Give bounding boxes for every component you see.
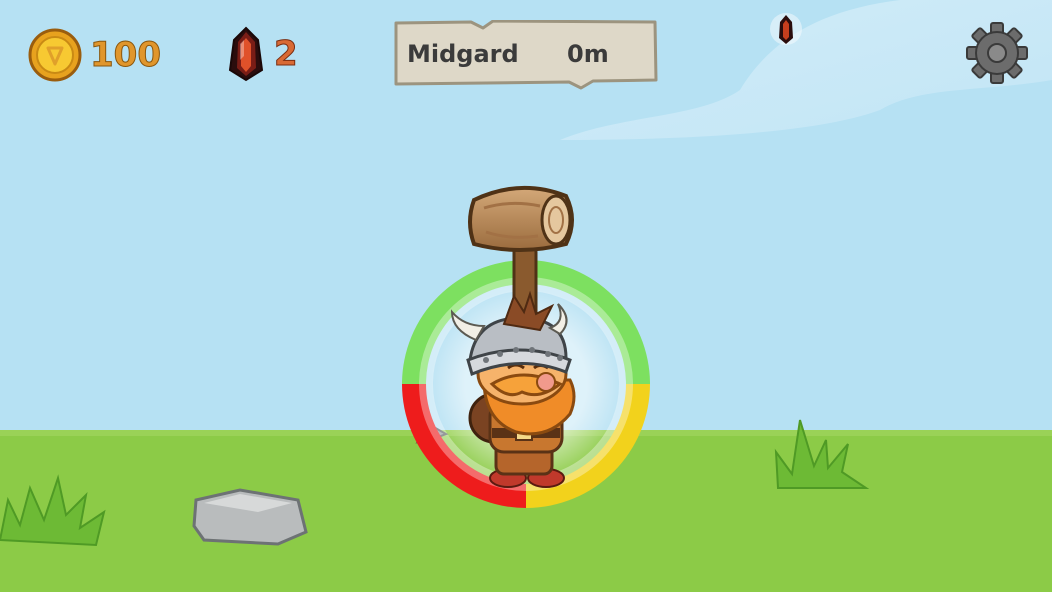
rock — [192, 488, 308, 546]
gem-pickup-indicator — [768, 10, 804, 48]
coin-counter: 100 — [28, 28, 161, 82]
settings-button[interactable] — [966, 22, 1028, 84]
crystal-gem-small-icon — [770, 13, 802, 45]
distance-readout: 0m — [567, 40, 609, 68]
coin-count: 100 — [90, 35, 162, 75]
gear-icon — [966, 22, 1028, 84]
gem-count: 2 — [274, 34, 299, 74]
location-banner: Midgard 0m — [393, 20, 659, 90]
crystal-gem-icon — [228, 26, 264, 82]
location-name: Midgard — [407, 40, 519, 68]
coin-icon — [28, 28, 82, 82]
gem-counter: 2 — [228, 26, 298, 82]
